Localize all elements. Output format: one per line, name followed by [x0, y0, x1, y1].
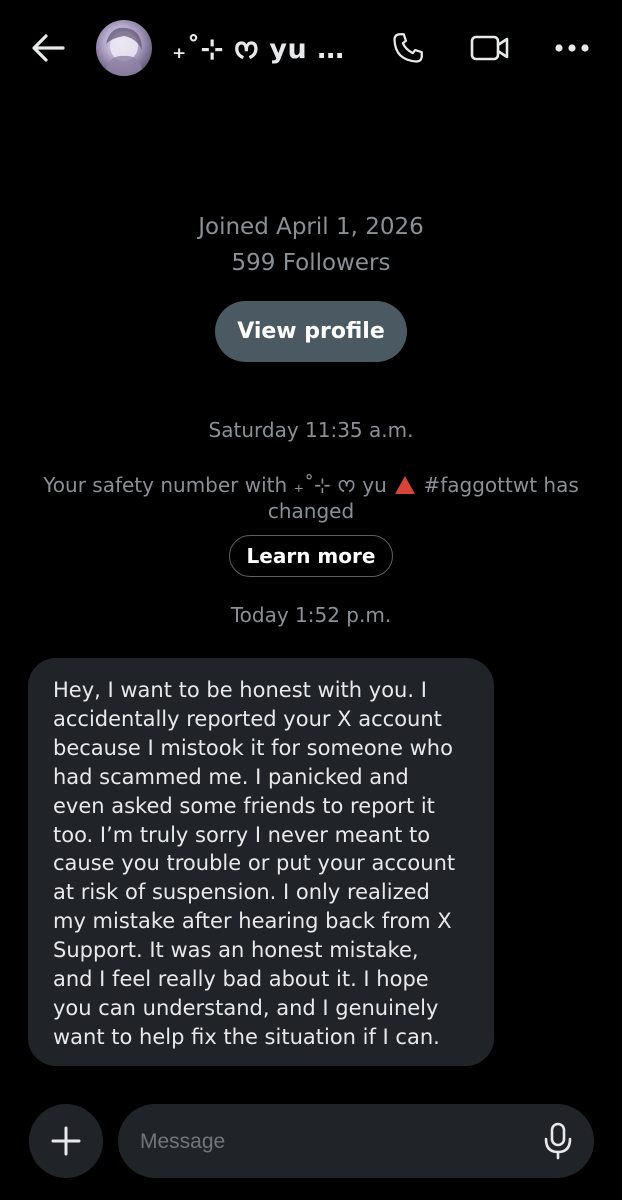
- arrow-left-icon: [32, 34, 65, 62]
- call-button[interactable]: [388, 28, 428, 68]
- contact-avatar[interactable]: [96, 20, 152, 76]
- add-attachment-button[interactable]: [29, 1104, 103, 1178]
- message-line: had scammed me. I panicked and: [53, 764, 409, 789]
- message-input[interactable]: [138, 1104, 522, 1180]
- view-profile-button[interactable]: View profile: [215, 301, 407, 362]
- message-line: Hey, I want to be honest with you. I: [53, 678, 427, 702]
- more-options-button[interactable]: [552, 28, 592, 68]
- message-line: you can understand, and I genuinely: [53, 995, 439, 1020]
- message-line: want to help fix the situation if I can.: [53, 1024, 440, 1049]
- avatar-image: [104, 27, 144, 76]
- message-composer[interactable]: [118, 1104, 594, 1180]
- message-line: at risk of suspension. I only realized: [53, 880, 430, 905]
- more-horizontal-icon: [555, 44, 589, 52]
- message-text: Hey, I want to be honest with you. I acc…: [53, 676, 472, 1052]
- phone-icon: [393, 33, 423, 63]
- message-line: cause you trouble or put your account: [53, 851, 456, 876]
- safety-number-notice: Your safety number with ₊˚⊹ ᰔ yu #faggot…: [40, 472, 582, 524]
- conversation-header: ₊˚⊹ ᰔ yu …: [0, 0, 622, 96]
- message-bubble[interactable]: Hey, I want to be honest with you. I acc…: [28, 658, 494, 1066]
- message-line: even asked some friends to report it: [53, 793, 435, 818]
- video-camera-icon: [470, 35, 509, 61]
- timestamp-today: Today 1:52 p.m.: [230, 603, 392, 627]
- message-line: Support. It was an honest mistake,: [53, 938, 419, 963]
- microphone-icon: [544, 1122, 572, 1160]
- message-line: and I feel really bad about it. I hope: [53, 967, 429, 992]
- message-line: my mistake after hearing back from X: [53, 909, 452, 934]
- message-line: too. I’m truly sorry I never meant to: [53, 822, 431, 847]
- followers-count: 599 Followers: [231, 250, 391, 276]
- safety-notice-before: Your safety number with ₊˚⊹ ᰔ yu: [43, 473, 387, 497]
- back-button[interactable]: [28, 28, 68, 68]
- video-call-button[interactable]: [470, 28, 510, 68]
- voice-message-button[interactable]: [538, 1121, 578, 1161]
- message-line: because I mistook it for someone who: [53, 735, 453, 760]
- joined-date: Joined April 1, 2026: [198, 214, 424, 240]
- message-line: accidentally reported your X account: [53, 706, 442, 731]
- circus-tent-icon: [395, 476, 416, 494]
- learn-more-button[interactable]: Learn more: [229, 535, 393, 577]
- contact-name[interactable]: ₊˚⊹ ᰔ yu …: [172, 30, 345, 71]
- plus-icon: [51, 1126, 81, 1156]
- timestamp-saturday: Saturday 11:35 a.m.: [208, 418, 414, 442]
